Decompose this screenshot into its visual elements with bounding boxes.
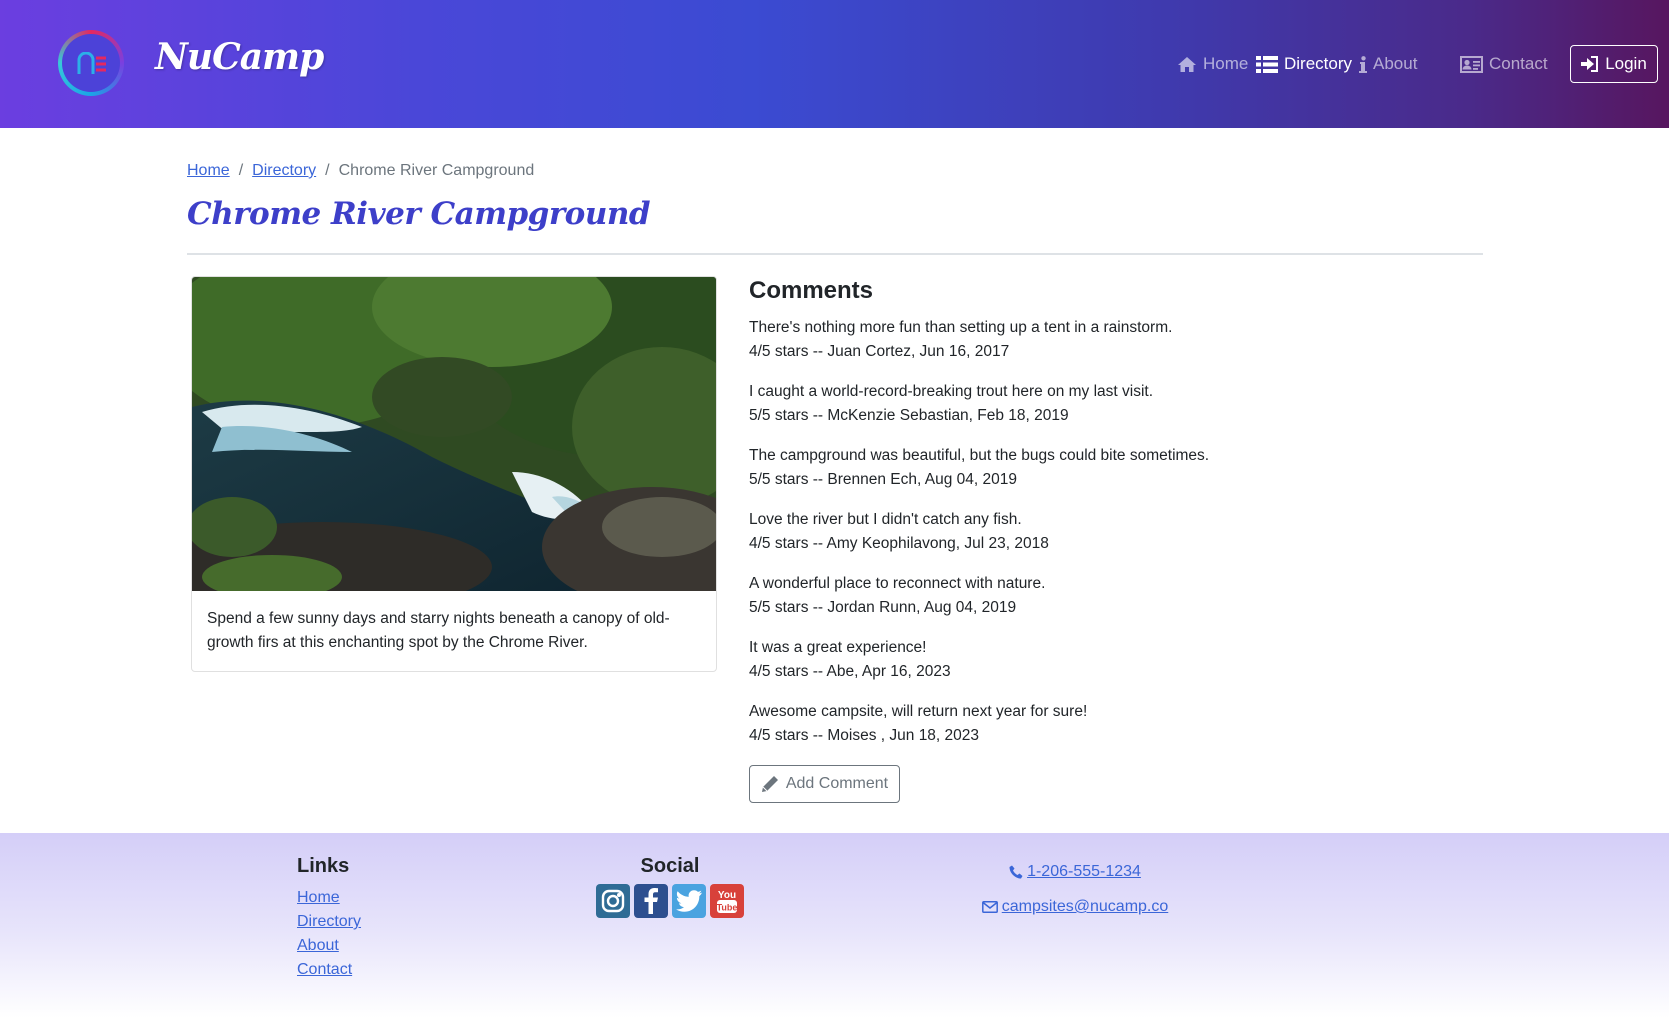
nav-about[interactable]: About — [1359, 52, 1417, 76]
comment: A wonderful place to reconnect with natu… — [749, 572, 1449, 620]
add-comment-label: Add Comment — [785, 775, 889, 792]
nav-about-label: About — [1373, 54, 1418, 73]
breadcrumb: Home / Directory / Chrome River Campgrou… — [187, 162, 534, 180]
title-divider — [187, 253, 1483, 255]
brand-name[interactable]: NuCamp — [155, 36, 324, 78]
comment: It was a great experience! 4/5 stars -- … — [749, 636, 1449, 684]
list-icon — [1256, 55, 1278, 73]
comment: The campground was beautiful, but the bu… — [749, 444, 1449, 492]
comment-meta: 5/5 stars -- Jordan Runn, Aug 04, 2019 — [749, 599, 1017, 616]
youtube-icon[interactable]: You Tube — [710, 884, 744, 918]
email-link[interactable]: campsites@nucamp.co — [981, 898, 1169, 916]
comment-text: It was a great experience! — [749, 639, 927, 656]
campsite-description: Spend a few sunny days and starry nights… — [207, 610, 670, 651]
envelope-icon — [981, 901, 998, 913]
navbar: NuCamp Home Directory About Contact Logi… — [0, 0, 1669, 128]
nav-directory-label: Directory — [1284, 54, 1353, 73]
footer: Links Home Directory About Contact Socia… — [0, 833, 1669, 1018]
instagram-icon[interactable] — [596, 884, 630, 918]
nav-contact[interactable]: Contact — [1460, 52, 1548, 76]
login-label: Login — [1605, 54, 1647, 73]
pencil-icon — [761, 776, 778, 792]
comment: Awesome campsite, will return next year … — [749, 700, 1449, 748]
campsite-image — [192, 277, 716, 591]
sign-in-icon — [1581, 56, 1599, 72]
info-icon — [1359, 55, 1367, 73]
comment-meta: 4/5 stars -- Moises , Jun 18, 2023 — [749, 727, 980, 744]
twitter-icon[interactable] — [672, 884, 706, 918]
footer-link-about[interactable]: About — [297, 937, 339, 954]
nav-home-label: Home — [1203, 54, 1249, 73]
comment-text: A wonderful place to reconnect with natu… — [749, 575, 1046, 592]
page-title: Chrome River Campground — [187, 196, 651, 232]
comment-text: Love the river but I didn't catch any fi… — [749, 511, 1022, 528]
comment-text: There's nothing more fun than setting up… — [749, 319, 1173, 336]
nav-home[interactable]: Home — [1177, 52, 1248, 76]
campsite-card: Spend a few sunny days and starry nights… — [191, 276, 717, 672]
comment: I caught a world-record-breaking trout h… — [749, 380, 1449, 428]
footer-link-contact[interactable]: Contact — [297, 961, 352, 978]
phone-link[interactable]: 1-206-555-1234 — [1009, 863, 1141, 881]
breadcrumb-current: Chrome River Campground — [338, 162, 535, 179]
home-icon — [1178, 56, 1196, 72]
comments-heading: Comments — [749, 277, 874, 304]
svg-text:Tube: Tube — [717, 903, 738, 913]
footer-social-heading: Social — [640, 855, 700, 877]
breadcrumb-directory[interactable]: Directory — [252, 162, 316, 180]
breadcrumb-separator: / — [238, 162, 244, 179]
comment-text: The campground was beautiful, but the bu… — [749, 447, 1210, 464]
footer-links: Links Home Directory About Contact — [297, 855, 361, 982]
comment-meta: 4/5 stars -- Juan Cortez, Jun 16, 2017 — [749, 343, 1010, 360]
nc-logo-icon — [77, 52, 106, 74]
comment-meta: 5/5 stars -- McKenzie Sebastian, Feb 18,… — [749, 407, 1069, 424]
logo-inner — [62, 34, 120, 92]
add-comment-button[interactable]: Add Comment — [749, 765, 900, 803]
address-card-icon — [1460, 55, 1483, 73]
nucamp-logo[interactable] — [58, 30, 124, 96]
footer-social: Social You Tube — [595, 855, 745, 918]
phone-number: 1-206-555-1234 — [1027, 863, 1141, 880]
footer-link-home[interactable]: Home — [297, 889, 340, 906]
footer-link-directory[interactable]: Directory — [297, 913, 361, 930]
login-button[interactable]: Login — [1570, 45, 1658, 83]
svg-text:You: You — [718, 890, 736, 901]
nav-directory[interactable]: Directory — [1256, 52, 1352, 76]
comment-text: Awesome campsite, will return next year … — [749, 703, 1088, 720]
comment-meta: 5/5 stars -- Brennen Ech, Aug 04, 2019 — [749, 471, 1017, 488]
comment: Love the river but I didn't catch any fi… — [749, 508, 1449, 556]
phone-icon — [1009, 865, 1023, 879]
email-address: campsites@nucamp.co — [1001, 898, 1169, 915]
footer-contact: 1-206-555-1234 campsites@nucamp.co — [960, 863, 1190, 932]
breadcrumb-home[interactable]: Home — [187, 162, 230, 180]
comment-meta: 4/5 stars -- Abe, Apr 16, 2023 — [749, 663, 951, 680]
comment: There's nothing more fun than setting up… — [749, 316, 1449, 364]
comments-section: Comments There's nothing more fun than s… — [749, 276, 1449, 803]
breadcrumb-separator: / — [325, 162, 330, 179]
nav-contact-label: Contact — [1489, 54, 1548, 73]
footer-links-heading: Links — [297, 855, 350, 877]
comment-meta: 4/5 stars -- Amy Keophilavong, Jul 23, 2… — [749, 535, 1049, 552]
facebook-icon[interactable] — [634, 884, 668, 918]
comment-text: I caught a world-record-breaking trout h… — [749, 383, 1154, 400]
